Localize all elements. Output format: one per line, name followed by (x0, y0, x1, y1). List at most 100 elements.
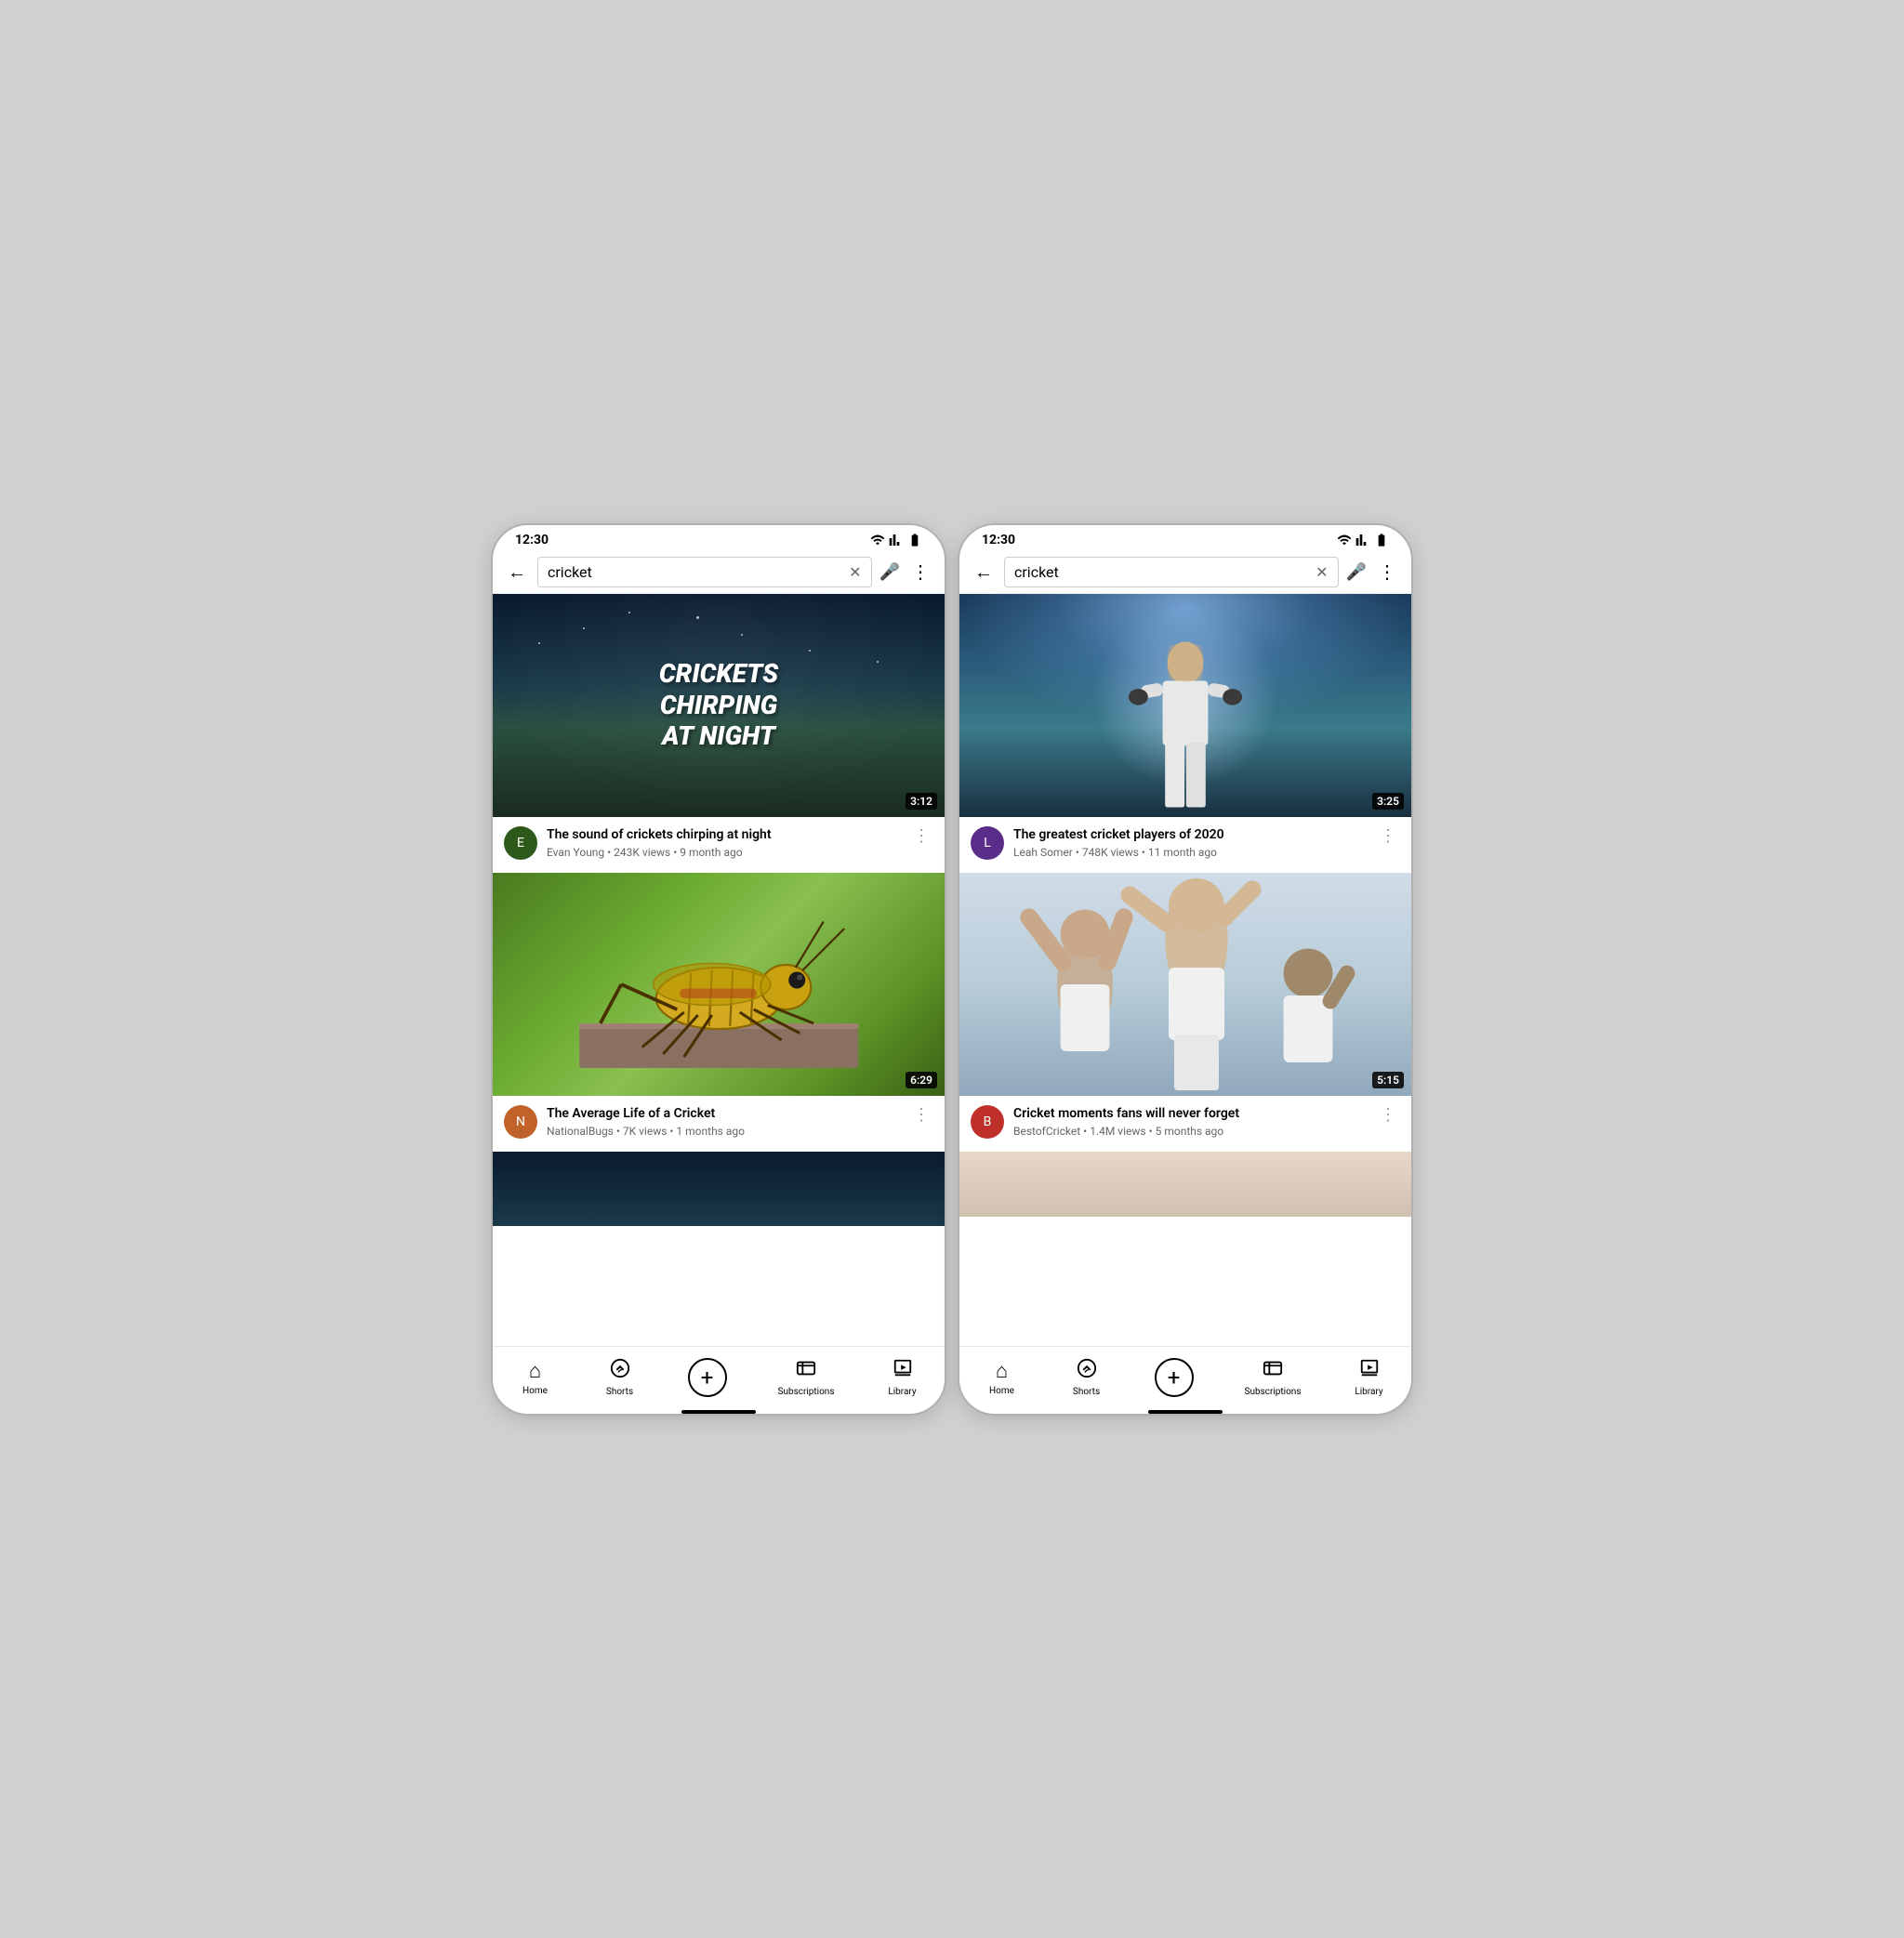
nav-home-left[interactable]: ⌂ Home (508, 1355, 563, 1400)
bottom-nav-left: ⌂ Home Shorts + (493, 1346, 945, 1406)
scroll-content-right[interactable]: 3:25 L The greatest cricket players of 2… (959, 594, 1411, 1346)
video-info-3: L The greatest cricket players of 2020 L… (959, 817, 1411, 869)
more-button-right[interactable]: ⋮ (1374, 557, 1400, 587)
video-duration-2: 6:29 (906, 1072, 937, 1088)
add-button-left[interactable]: + (688, 1358, 727, 1397)
clear-button-left[interactable]: ✕ (849, 563, 861, 581)
video-duration-4: 5:15 (1372, 1072, 1404, 1088)
partial-thumb-right (959, 1152, 1411, 1217)
nav-library-left[interactable]: Library (875, 1354, 931, 1401)
search-query-left[interactable]: cricket (548, 563, 841, 581)
search-query-right[interactable]: cricket (1014, 563, 1308, 581)
video-thumbnail-5-partial (959, 1152, 1411, 1217)
search-input-area-left[interactable]: cricket ✕ (537, 557, 872, 587)
nav-subscriptions-left[interactable]: Subscriptions (767, 1354, 846, 1401)
home-icon-left: ⌂ (529, 1359, 541, 1383)
star (741, 634, 743, 636)
video-thumbnail-2[interactable]: 6:29 (493, 873, 945, 1096)
subscriptions-icon-left (796, 1358, 816, 1384)
battery-icon-right (1374, 533, 1389, 547)
subscriptions-icon-right (1263, 1358, 1283, 1384)
video-subtitle-4: BestofCricket • 1.4M views • 5 months ag… (1013, 1125, 1367, 1138)
nav-add-right[interactable]: + (1144, 1354, 1205, 1401)
nav-add-left[interactable]: + (677, 1354, 738, 1401)
thumb-cricket-insect (493, 873, 945, 1096)
celebration-svg (959, 873, 1411, 1096)
library-icon-left (892, 1358, 913, 1384)
more-button-left[interactable]: ⋮ (907, 557, 933, 587)
video-duration-3: 3:25 (1372, 793, 1404, 810)
video-thumbnail-4[interactable]: 5:15 (959, 873, 1411, 1096)
status-icons-left (870, 533, 922, 547)
video-more-3[interactable]: ⋮ (1376, 826, 1400, 846)
phone-right: 12:30 ← cricket ✕ 🎤 ⋮ (958, 523, 1413, 1416)
video-more-4[interactable]: ⋮ (1376, 1105, 1400, 1125)
video-subtitle-1: Evan Young • 243K views • 9 month ago (547, 846, 900, 859)
channel-avatar-2: N (504, 1105, 537, 1139)
back-button-left[interactable]: ← (504, 557, 530, 587)
clear-button-right[interactable]: ✕ (1316, 563, 1328, 581)
channel-avatar-4: B (971, 1105, 1004, 1139)
channel-avatar-1: E (504, 826, 537, 860)
signal-icon-right (1355, 533, 1370, 547)
video-card-1[interactable]: CRICKETSCHIRPINGAT NIGHT 3:12 E The soun… (493, 594, 945, 869)
shorts-icon-right (1077, 1358, 1097, 1384)
video-info-1: E The sound of crickets chirping at nigh… (493, 817, 945, 869)
search-bar-right: ← cricket ✕ 🎤 ⋮ (959, 551, 1411, 594)
thumb-crickets-night: CRICKETSCHIRPINGAT NIGHT (493, 594, 945, 817)
search-input-area-right[interactable]: cricket ✕ (1004, 557, 1339, 587)
home-icon-right: ⌂ (996, 1359, 1008, 1383)
video-meta-3: The greatest cricket players of 2020 Lea… (1013, 826, 1367, 859)
nav-shorts-right[interactable]: Shorts (1059, 1354, 1115, 1401)
home-label-right: Home (989, 1386, 1014, 1396)
add-button-right[interactable]: + (1155, 1358, 1194, 1397)
video-subtitle-3: Leah Somer • 748K views • 11 month ago (1013, 846, 1367, 859)
status-bar-right: 12:30 (959, 525, 1411, 551)
star (809, 650, 811, 652)
mic-button-left[interactable]: 🎤 (879, 562, 900, 582)
subscriptions-label-right: Subscriptions (1245, 1387, 1302, 1397)
video-card-4[interactable]: 5:15 B Cricket moments fans will never f… (959, 873, 1411, 1148)
video-card-5-partial[interactable] (959, 1152, 1411, 1217)
home-indicator-left (681, 1410, 756, 1414)
crickets-night-text: CRICKETSCHIRPINGAT NIGHT (659, 658, 778, 752)
battery-icon (907, 533, 922, 547)
nav-shorts-left[interactable]: Shorts (592, 1354, 648, 1401)
video-subtitle-2: NationalBugs • 7K views • 1 months ago (547, 1125, 900, 1138)
video-card-3[interactable]: 3:25 L The greatest cricket players of 2… (959, 594, 1411, 869)
player-silhouette-svg (1050, 639, 1321, 817)
library-label-right: Library (1355, 1387, 1382, 1397)
video-meta-4: Cricket moments fans will never forget B… (1013, 1105, 1367, 1138)
home-label-left: Home (522, 1386, 548, 1396)
scroll-content-left[interactable]: CRICKETSCHIRPINGAT NIGHT 3:12 E The soun… (493, 594, 945, 1346)
video-card-3-partial[interactable] (493, 1152, 945, 1226)
partial-thumb (493, 1152, 945, 1226)
signal-icon (889, 533, 904, 547)
video-more-1[interactable]: ⋮ (909, 826, 933, 846)
video-title-2: The Average Life of a Cricket (547, 1105, 900, 1122)
status-time-right: 12:30 (982, 533, 1015, 547)
library-icon-right (1359, 1358, 1380, 1384)
video-thumbnail-3-partial (493, 1152, 945, 1226)
nav-subscriptions-right[interactable]: Subscriptions (1234, 1354, 1313, 1401)
home-indicator-right (1148, 1410, 1223, 1414)
nav-library-right[interactable]: Library (1342, 1354, 1397, 1401)
mic-button-right[interactable]: 🎤 (1346, 562, 1367, 582)
nav-home-right[interactable]: ⌂ Home (974, 1355, 1030, 1400)
shorts-icon-left (610, 1358, 630, 1384)
back-button-right[interactable]: ← (971, 557, 997, 587)
video-duration-1: 3:12 (906, 793, 937, 810)
wifi-icon (870, 533, 885, 547)
video-card-2[interactable]: 6:29 N The Average Life of a Cricket Nat… (493, 873, 945, 1148)
star (628, 612, 630, 613)
shorts-label-left: Shorts (606, 1387, 633, 1397)
status-icons-right (1337, 533, 1389, 547)
video-thumbnail-1[interactable]: CRICKETSCHIRPINGAT NIGHT 3:12 (493, 594, 945, 817)
star (583, 627, 585, 629)
status-bar-left: 12:30 (493, 525, 945, 551)
star (696, 616, 699, 619)
video-title-3: The greatest cricket players of 2020 (1013, 826, 1367, 843)
video-thumbnail-3[interactable]: 3:25 (959, 594, 1411, 817)
video-meta-2: The Average Life of a Cricket NationalBu… (547, 1105, 900, 1138)
video-more-2[interactable]: ⋮ (909, 1105, 933, 1125)
